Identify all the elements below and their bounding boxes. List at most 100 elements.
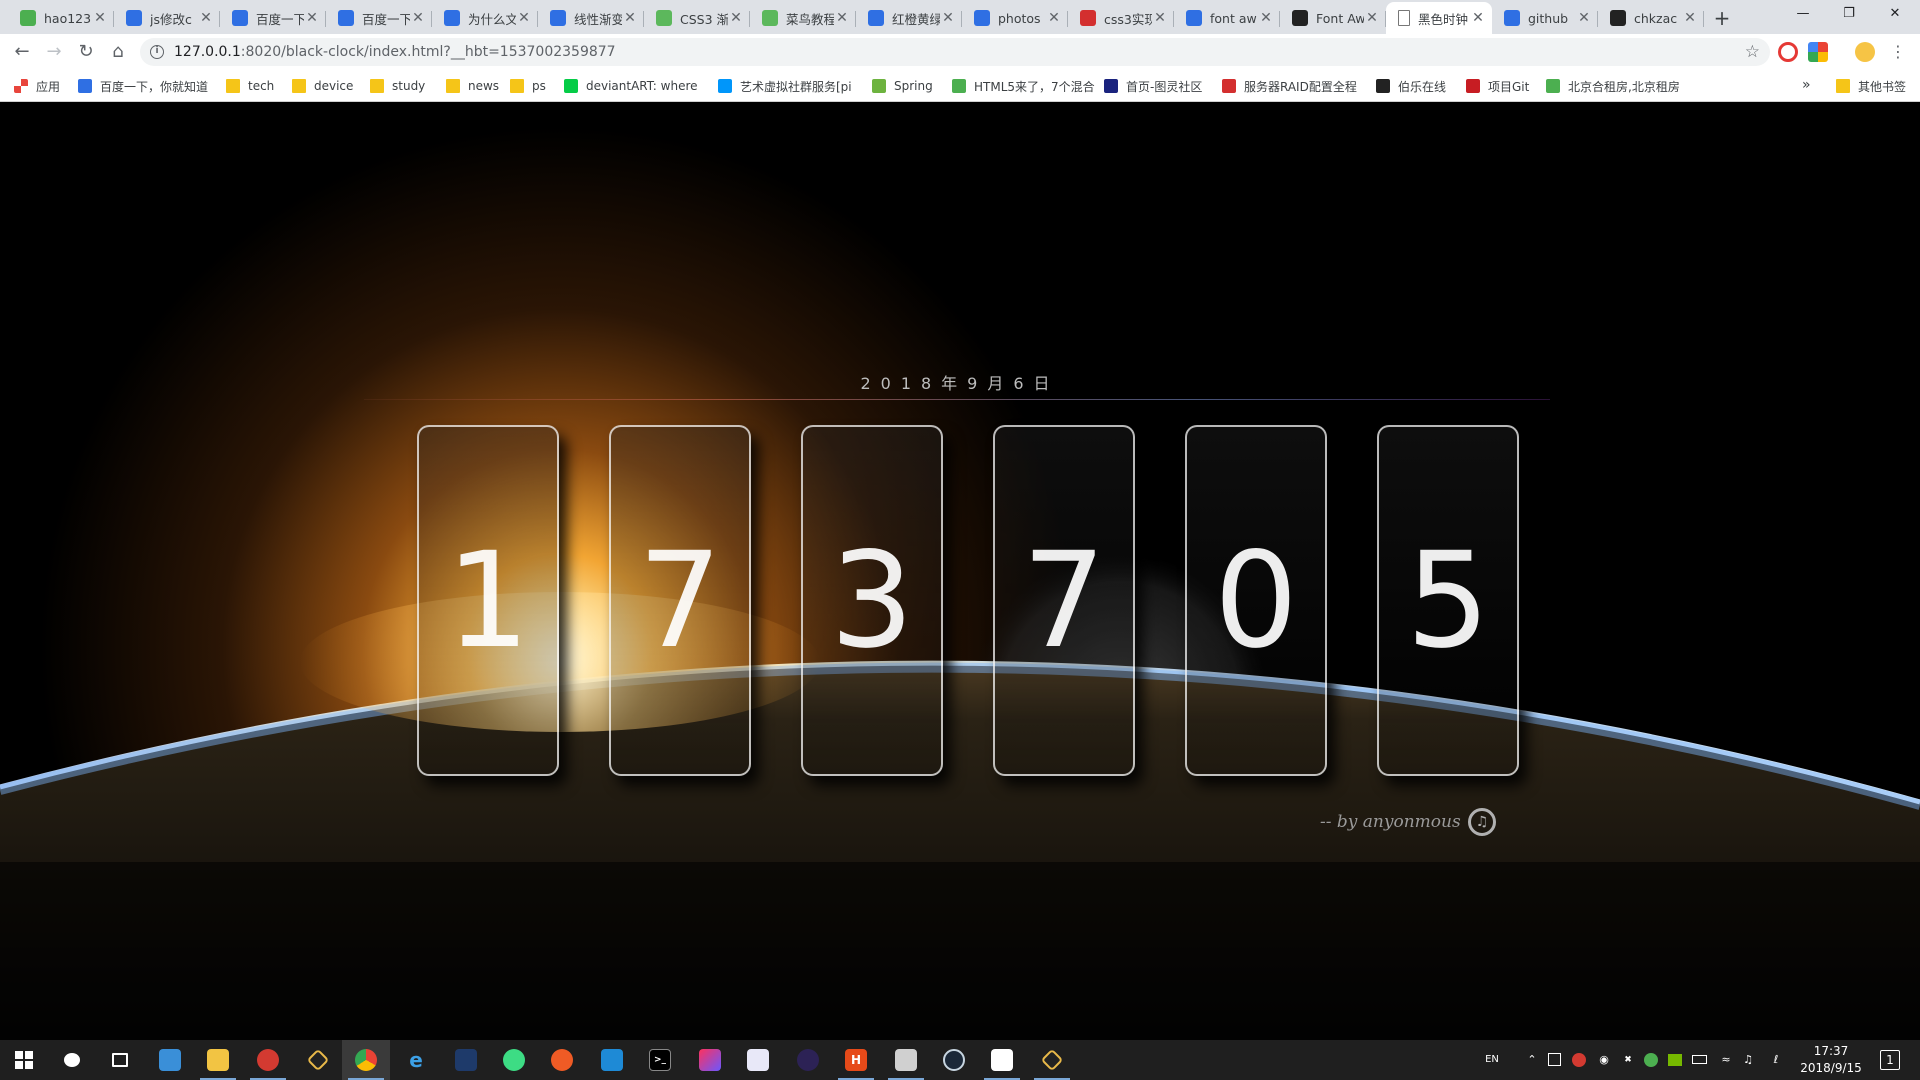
site-info-icon[interactable]: i — [150, 45, 164, 59]
menu-kebab-icon[interactable]: ⋮ — [1886, 40, 1910, 64]
bookmark-item[interactable]: 应用 — [14, 78, 60, 94]
close-tab-icon[interactable]: ✕ — [834, 10, 850, 26]
close-tab-icon[interactable]: ✕ — [410, 10, 426, 26]
minimize-button[interactable]: — — [1780, 0, 1826, 30]
close-tab-icon[interactable]: ✕ — [940, 10, 956, 26]
bookmark-item[interactable]: tech — [226, 78, 274, 94]
bookmark-item[interactable]: device — [292, 78, 353, 94]
bookmark-item[interactable]: 北京合租房,北京租房 — [1546, 78, 1680, 94]
action-center-button[interactable]: 1 — [1880, 1050, 1900, 1070]
start-button[interactable] — [0, 1040, 48, 1080]
taskbar-terminal[interactable]: >_ — [636, 1040, 684, 1080]
other-bookmarks-folder[interactable]: 其他书签 — [1836, 78, 1906, 94]
tab-4[interactable]: 为什么文 ✕ — [432, 2, 538, 34]
tray-steam-icon[interactable]: ◉ — [1596, 1052, 1612, 1068]
taskbar-paint[interactable] — [734, 1040, 782, 1080]
taskbar-git[interactable] — [294, 1040, 342, 1080]
close-tab-icon[interactable]: ✕ — [92, 10, 108, 26]
taskbar-steam[interactable] — [930, 1040, 978, 1080]
tab-9[interactable]: photos ✕ — [962, 2, 1068, 34]
bookmark-item[interactable]: 伯乐在线 — [1376, 78, 1446, 94]
close-tab-icon[interactable]: ✕ — [1152, 10, 1168, 26]
close-tab-icon[interactable]: ✕ — [1258, 10, 1274, 26]
tray-netease-icon[interactable] — [1572, 1053, 1586, 1067]
back-button[interactable]: ← — [10, 40, 34, 64]
taskbar-remote-desktop[interactable] — [882, 1040, 930, 1080]
tray-nvidia-icon[interactable] — [1668, 1054, 1682, 1066]
music-note-icon[interactable]: ♫ — [1468, 808, 1496, 836]
close-tab-icon[interactable]: ✕ — [1470, 10, 1486, 26]
taskbar-netease-music[interactable] — [244, 1040, 292, 1080]
bookmark-item[interactable]: deviantART: where — [564, 78, 698, 94]
bookmark-item[interactable]: ps — [510, 78, 546, 94]
close-tab-icon[interactable]: ✕ — [1364, 10, 1380, 26]
tray-xbox-icon[interactable]: ✖ — [1620, 1052, 1636, 1068]
close-tab-icon[interactable]: ✕ — [622, 10, 638, 26]
address-bar[interactable]: i 127.0.0.1:8020/black-clock/index.html?… — [140, 38, 1770, 66]
restore-button[interactable]: ❐ — [1826, 0, 1872, 30]
profile-avatar[interactable] — [1855, 42, 1875, 62]
home-button[interactable]: ⌂ — [106, 40, 130, 64]
tray-app-icon[interactable] — [1548, 1053, 1561, 1066]
tray-overflow-icon[interactable]: ⌃ — [1524, 1052, 1540, 1068]
forward-button[interactable]: → — [42, 40, 66, 64]
taskbar-network-app[interactable] — [978, 1040, 1026, 1080]
tab-0[interactable]: hao123 ✕ — [8, 2, 114, 34]
bookmark-item[interactable]: news — [446, 78, 499, 94]
close-tab-icon[interactable]: ✕ — [516, 10, 532, 26]
battery-icon[interactable] — [1692, 1055, 1707, 1064]
bookmark-item[interactable]: 首页-图灵社区 — [1104, 78, 1202, 94]
tab-10[interactable]: css3实现 ✕ — [1068, 2, 1174, 34]
taskbar-intellij[interactable] — [686, 1040, 734, 1080]
taskbar-postman[interactable] — [538, 1040, 586, 1080]
tab-7[interactable]: 菜鸟教程 ✕ — [750, 2, 856, 34]
bookmark-item[interactable]: 服务器RAID配置全程 — [1222, 78, 1357, 94]
bookmark-item[interactable]: study — [370, 78, 425, 94]
taskbar-vscode[interactable] — [588, 1040, 636, 1080]
tab-13[interactable]: 黑色时钟 ✕ — [1386, 2, 1492, 34]
tab-2[interactable]: 百度一下 ✕ — [220, 2, 326, 34]
close-tab-icon[interactable]: ✕ — [728, 10, 744, 26]
taskbar-file-explorer[interactable] — [194, 1040, 242, 1080]
tab-12[interactable]: Font Aw ✕ — [1280, 2, 1386, 34]
cortana-button[interactable] — [48, 1040, 96, 1080]
tab-1[interactable]: js修改c ✕ — [114, 2, 220, 34]
bookmark-item[interactable]: 艺术虚拟社群服务[pi — [718, 78, 852, 94]
taskbar-android-studio[interactable] — [490, 1040, 538, 1080]
taskbar-xmind[interactable] — [442, 1040, 490, 1080]
tab-3[interactable]: 百度一下 ✕ — [326, 2, 432, 34]
bookmark-item[interactable]: Spring — [872, 78, 933, 94]
bookmark-item[interactable]: 百度一下，你就知道 — [78, 78, 208, 94]
tab-8[interactable]: 红橙黄绿 ✕ — [856, 2, 962, 34]
tab-14[interactable]: github ✕ — [1492, 2, 1598, 34]
taskbar-git-2[interactable] — [1028, 1040, 1076, 1080]
wifi-icon[interactable]: ≈ — [1718, 1052, 1734, 1068]
taskbar-ie[interactable]: e — [392, 1040, 440, 1080]
tab-11[interactable]: font aw ✕ — [1174, 2, 1280, 34]
close-tab-icon[interactable]: ✕ — [304, 10, 320, 26]
taskbar-chrome[interactable] — [342, 1040, 390, 1080]
taskbar-app-store[interactable] — [146, 1040, 194, 1080]
pen-icon[interactable]: ℓ — [1768, 1052, 1784, 1068]
tab-15[interactable]: chkzac ✕ — [1598, 2, 1704, 34]
bookmark-star-icon[interactable]: ☆ — [1745, 42, 1760, 62]
taskbar-eclipse[interactable] — [784, 1040, 832, 1080]
tray-sync-icon[interactable] — [1644, 1053, 1658, 1067]
close-tab-icon[interactable]: ✕ — [1576, 10, 1592, 26]
close-tab-icon[interactable]: ✕ — [198, 10, 214, 26]
bookmark-item[interactable]: HTML5来了，7个混合 — [952, 78, 1095, 94]
task-view-button[interactable] — [96, 1040, 144, 1080]
bookmark-item[interactable]: 项目Git — [1466, 78, 1529, 94]
reload-button[interactable]: ↻ — [74, 40, 98, 64]
close-window-button[interactable]: ✕ — [1872, 0, 1918, 30]
tab-6[interactable]: CSS3 渐 ✕ — [644, 2, 750, 34]
taskbar-hbuilder[interactable]: H — [832, 1040, 880, 1080]
tab-5[interactable]: 线性渐变 ✕ — [538, 2, 644, 34]
volume-icon[interactable]: ♫ — [1740, 1052, 1756, 1068]
taskbar-clock[interactable]: 17:37 2018/9/15 — [1794, 1043, 1868, 1077]
opera-extension-icon[interactable] — [1778, 42, 1798, 62]
google-extension-icon[interactable] — [1808, 42, 1828, 62]
close-tab-icon[interactable]: ✕ — [1046, 10, 1062, 26]
input-language[interactable]: EN — [1484, 1052, 1500, 1068]
close-tab-icon[interactable]: ✕ — [1682, 10, 1698, 26]
